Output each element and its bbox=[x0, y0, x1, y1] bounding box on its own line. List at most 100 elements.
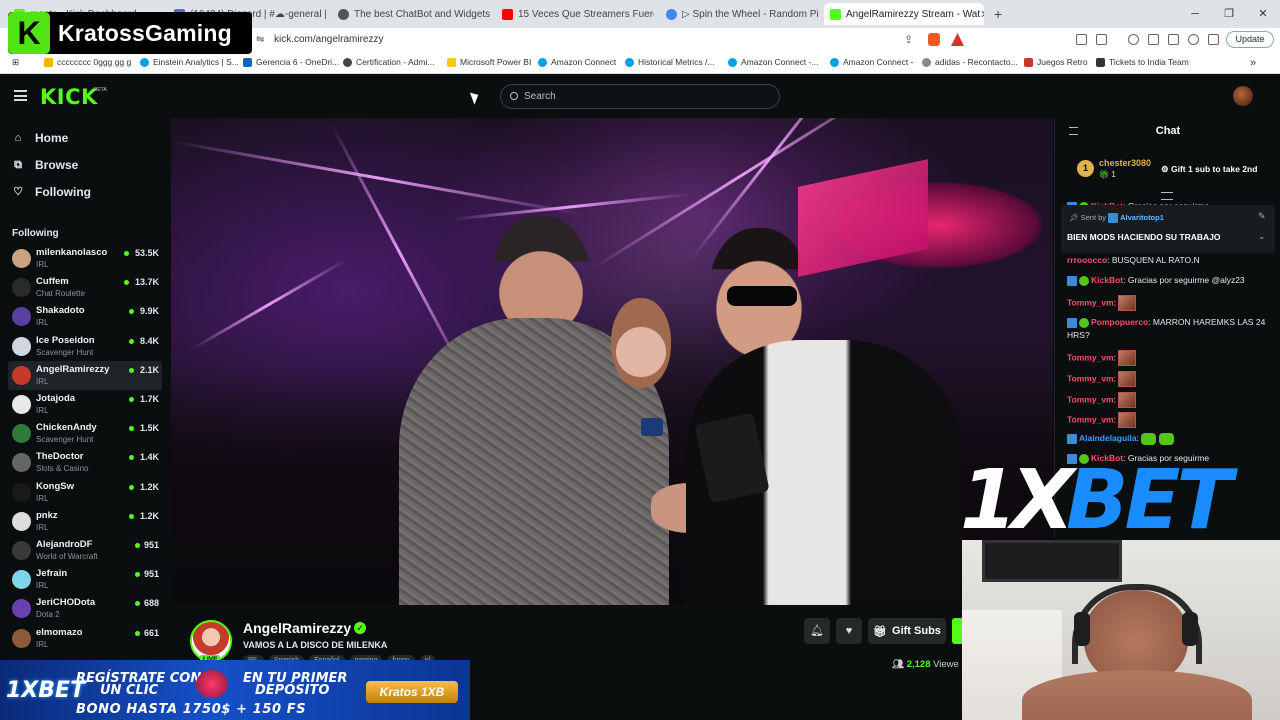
viewers-icon: 👥︎ bbox=[892, 659, 905, 670]
heart-icon: ♡ bbox=[13, 186, 23, 198]
bookmark-item[interactable]: adidas - Recontacto... bbox=[922, 57, 1018, 67]
bookmark-item[interactable]: Amazon Connect - bbox=[830, 57, 913, 67]
following-name: TheDoctor bbox=[36, 451, 84, 463]
nav-following[interactable]: ♡ Following bbox=[12, 185, 91, 199]
ad-banner[interactable]: 1XBET REGÍSTRATE CON UN CLIC EN TU PRIME… bbox=[0, 660, 470, 720]
streamer-name[interactable]: AngelRamirezzy bbox=[243, 620, 351, 636]
brave-shield-icon[interactable] bbox=[928, 33, 940, 46]
chat-title: Chat bbox=[1155, 125, 1181, 137]
extension-icon[interactable] bbox=[1096, 34, 1107, 45]
chat-message[interactable]: Tommy_vm: bbox=[1067, 371, 1277, 387]
browser-tab[interactable]: ▷ Spin the Wheel - Random Picker – bbox=[660, 3, 818, 25]
restore-icon[interactable]: ❐ bbox=[1212, 0, 1246, 28]
browser-tab[interactable]: The best ChatBot and Widgets for Ki bbox=[332, 3, 490, 25]
following-item[interactable]: Jotajoda IRL 1.7K bbox=[8, 390, 162, 419]
bookmarks-overflow-icon[interactable]: » bbox=[1250, 57, 1256, 69]
chat-username[interactable]: KickBot bbox=[1091, 275, 1123, 285]
apps-grid-icon[interactable]: ⊞ bbox=[12, 57, 19, 68]
chat-message[interactable]: KickBot: Gracias por seguirme @alyz23 bbox=[1067, 274, 1277, 287]
headphone-cup bbox=[1074, 612, 1090, 646]
gift-subs-button[interactable]: 🎁︎ Gift Subs bbox=[868, 618, 946, 644]
following-item[interactable]: AngelRamirezzy IRL 2.1K bbox=[8, 360, 162, 390]
chat-username[interactable]: Pompopuerco bbox=[1091, 317, 1148, 327]
follow-heart-icon[interactable]: ♥ bbox=[836, 618, 862, 644]
chat-message[interactable]: Tommy_vm: bbox=[1067, 412, 1277, 428]
rewards-icon[interactable] bbox=[951, 33, 964, 46]
bookmark-item[interactable]: Microsoft Power BI bbox=[447, 57, 531, 67]
browser-tab-active[interactable]: AngelRamirezzy Stream - Wat ✕ bbox=[824, 3, 984, 25]
gift-leaderboard[interactable]: 1 chester3080 🎁︎ 1 ⚙ Gift 1 sub to take … bbox=[1075, 157, 1275, 183]
live-dot-icon bbox=[134, 601, 140, 607]
search-icon bbox=[510, 92, 518, 100]
share-icon[interactable]: ⇪ bbox=[904, 33, 913, 46]
following-item[interactable]: KongSw IRL 1.2K bbox=[8, 478, 162, 507]
minimize-icon[interactable]: ─ bbox=[1178, 0, 1212, 28]
chat-username[interactable]: Tommy_vm bbox=[1067, 414, 1114, 424]
pinned-user: Alvaritotop1 bbox=[1120, 213, 1164, 222]
nav-browse[interactable]: ⧉ Browse bbox=[12, 158, 78, 172]
chat-message[interactable]: Alaindelaguila: bbox=[1067, 432, 1277, 445]
following-item[interactable]: AlejandroDF World of Warcraft 951 bbox=[8, 536, 162, 565]
gift-cta-text: Gift 1 sub to take 2nd bbox=[1170, 164, 1258, 174]
following-item[interactable]: pnkz IRL 1.2K bbox=[8, 507, 162, 536]
chat-username[interactable]: rrrooocco bbox=[1067, 255, 1107, 265]
sidebar-toggle-icon[interactable] bbox=[1148, 34, 1159, 45]
url-field[interactable]: kick.com/angelramirezzy bbox=[274, 34, 383, 45]
following-item[interactable]: milenkanolasco IRL 53.5K bbox=[8, 244, 162, 273]
following-item[interactable]: JeriCHODota Dota 2 688 bbox=[8, 594, 162, 623]
chat-message[interactable]: rrrooocco: BUSQUEN AL RATO.N bbox=[1067, 254, 1277, 267]
bookmark-item[interactable]: cccccccc 0ggg gg g bbox=[44, 57, 131, 67]
bookmark-item[interactable]: Amazon Connect bbox=[538, 57, 616, 67]
chat-username[interactable]: Alaindelaguila bbox=[1079, 433, 1137, 443]
following-item[interactable]: TheDoctor Slots & Casino 1.4K bbox=[8, 448, 162, 477]
site-info-icon[interactable]: ⇋ bbox=[256, 34, 264, 45]
update-button[interactable]: Update bbox=[1226, 31, 1274, 48]
chat-message[interactable]: Tommy_vm: bbox=[1067, 295, 1277, 311]
vpn-icon[interactable] bbox=[1188, 34, 1199, 45]
neon-light bbox=[190, 258, 348, 351]
bookmark-item[interactable]: Historical Metrics /... bbox=[625, 57, 715, 67]
following-item[interactable]: Shakadoto IRL 9.9K bbox=[8, 302, 162, 331]
shield-icon[interactable] bbox=[1208, 34, 1219, 45]
menu-icon[interactable] bbox=[14, 90, 27, 101]
following-item[interactable]: ChickenAndy Scavenger Hunt 1.5K bbox=[8, 419, 162, 448]
close-tab-icon[interactable]: ✕ bbox=[980, 8, 984, 21]
chevron-down-icon[interactable]: ⌄ bbox=[1258, 231, 1266, 242]
bookmark-item[interactable]: Gerencia 6 - OneDri... bbox=[243, 57, 339, 67]
chat-username[interactable]: Tommy_vm bbox=[1067, 297, 1114, 307]
chat-username[interactable]: Tommy_vm bbox=[1067, 352, 1114, 362]
wallet-icon[interactable] bbox=[1168, 34, 1179, 45]
live-dot-icon bbox=[129, 426, 134, 432]
bookmark-item[interactable]: Certification - Admi... bbox=[343, 57, 434, 67]
bookmark-item[interactable]: Amazon Connect -... bbox=[728, 57, 818, 67]
unpin-icon[interactable]: ✎ bbox=[1258, 211, 1266, 222]
chat-username[interactable]: Tommy_vm bbox=[1067, 373, 1114, 383]
chat-message[interactable]: Pompopuerco: MARRON HAREMKS LAS 24 HRS? bbox=[1067, 316, 1277, 342]
bookmark-item[interactable]: Tickets to India Team bbox=[1096, 57, 1189, 67]
browser-tab[interactable]: 15 Veces Que Streamers Fueron BAN bbox=[496, 3, 654, 25]
video-player[interactable] bbox=[171, 118, 1053, 605]
notifications-bell-icon[interactable]: 🔔︎ bbox=[804, 618, 830, 644]
kick-logo[interactable]: KICK bbox=[40, 85, 98, 109]
sponsor-logo-text-1x: 1X bbox=[960, 460, 1078, 536]
following-item[interactable]: elmomazo IRL 661 bbox=[8, 624, 162, 653]
chat-username[interactable]: Tommy_vm bbox=[1067, 394, 1114, 404]
media-icon[interactable] bbox=[1128, 34, 1139, 45]
bookmark-item[interactable]: Einstein Analytics | S... bbox=[140, 57, 239, 67]
filter-icon[interactable] bbox=[1161, 192, 1173, 200]
user-avatar[interactable] bbox=[1233, 86, 1253, 106]
chat-message[interactable]: Tommy_vm: bbox=[1067, 350, 1277, 366]
new-tab-button[interactable]: + bbox=[988, 3, 1006, 25]
close-window-icon[interactable]: ✕ bbox=[1246, 0, 1280, 28]
following-item[interactable]: Cuffem Chat Roulette 13.7K bbox=[8, 273, 162, 302]
following-viewers: 1.4K bbox=[139, 452, 159, 463]
nav-home[interactable]: ⌂ Home bbox=[12, 131, 69, 145]
search-input[interactable]: Search bbox=[500, 84, 780, 109]
pinned-message[interactable]: 📌︎ Sent by Alvaritotop1 BIEN MODS HACIEN… bbox=[1061, 205, 1275, 253]
bookmark-item[interactable]: Juegos Retro bbox=[1024, 57, 1088, 67]
following-item[interactable]: Ice Poseidon Scavenger Hunt 8.4K bbox=[8, 332, 162, 361]
extension-icon[interactable] bbox=[1076, 34, 1087, 45]
following-item[interactable]: Jefrain IRL 951 bbox=[8, 565, 162, 594]
chat-message[interactable]: Tommy_vm: bbox=[1067, 392, 1277, 408]
following-category: IRL bbox=[36, 406, 49, 415]
